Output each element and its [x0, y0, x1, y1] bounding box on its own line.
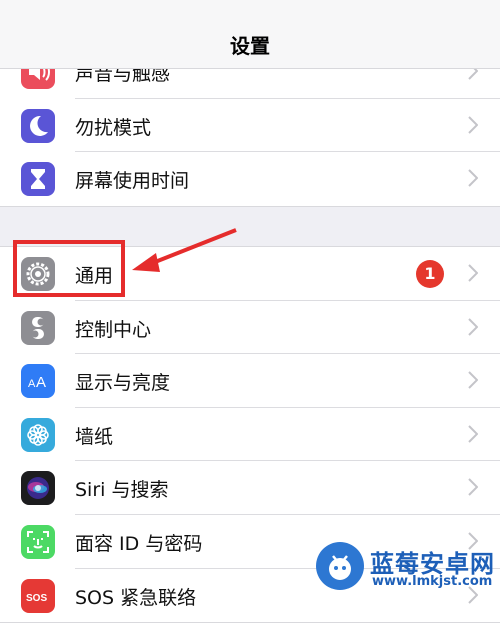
watermark-logo [316, 542, 364, 590]
watermark-url: www.lmkjst.com [372, 574, 493, 589]
annotation-arrow [132, 228, 237, 272]
watermark: 蓝莓安卓网 www.lmkjst.com [316, 542, 496, 592]
svg-text:SOS: SOS [26, 593, 47, 604]
